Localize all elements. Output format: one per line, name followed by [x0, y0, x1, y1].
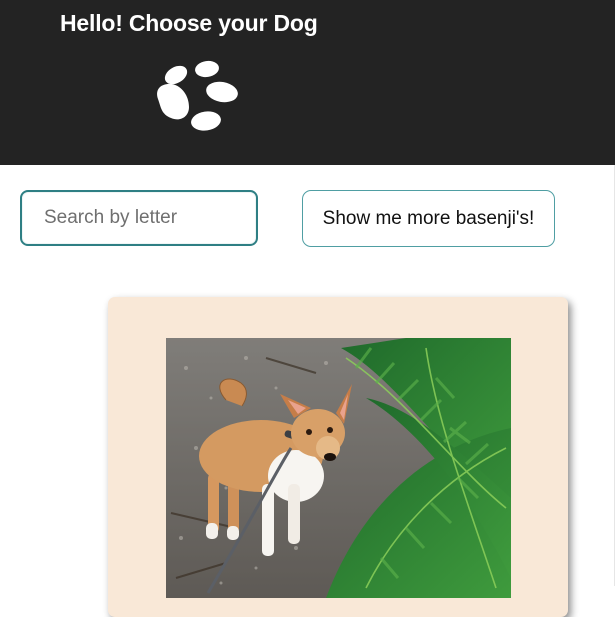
app-header: Hello! Choose your Dog: [0, 0, 615, 165]
dog-card: [108, 297, 568, 617]
search-input[interactable]: [20, 190, 258, 246]
page-title: Hello! Choose your Dog: [60, 10, 318, 36]
paw-print-icon: [157, 60, 238, 131]
show-more-basenjis-button[interactable]: Show me more basenji's!: [302, 190, 555, 247]
dog-image: [166, 338, 511, 598]
